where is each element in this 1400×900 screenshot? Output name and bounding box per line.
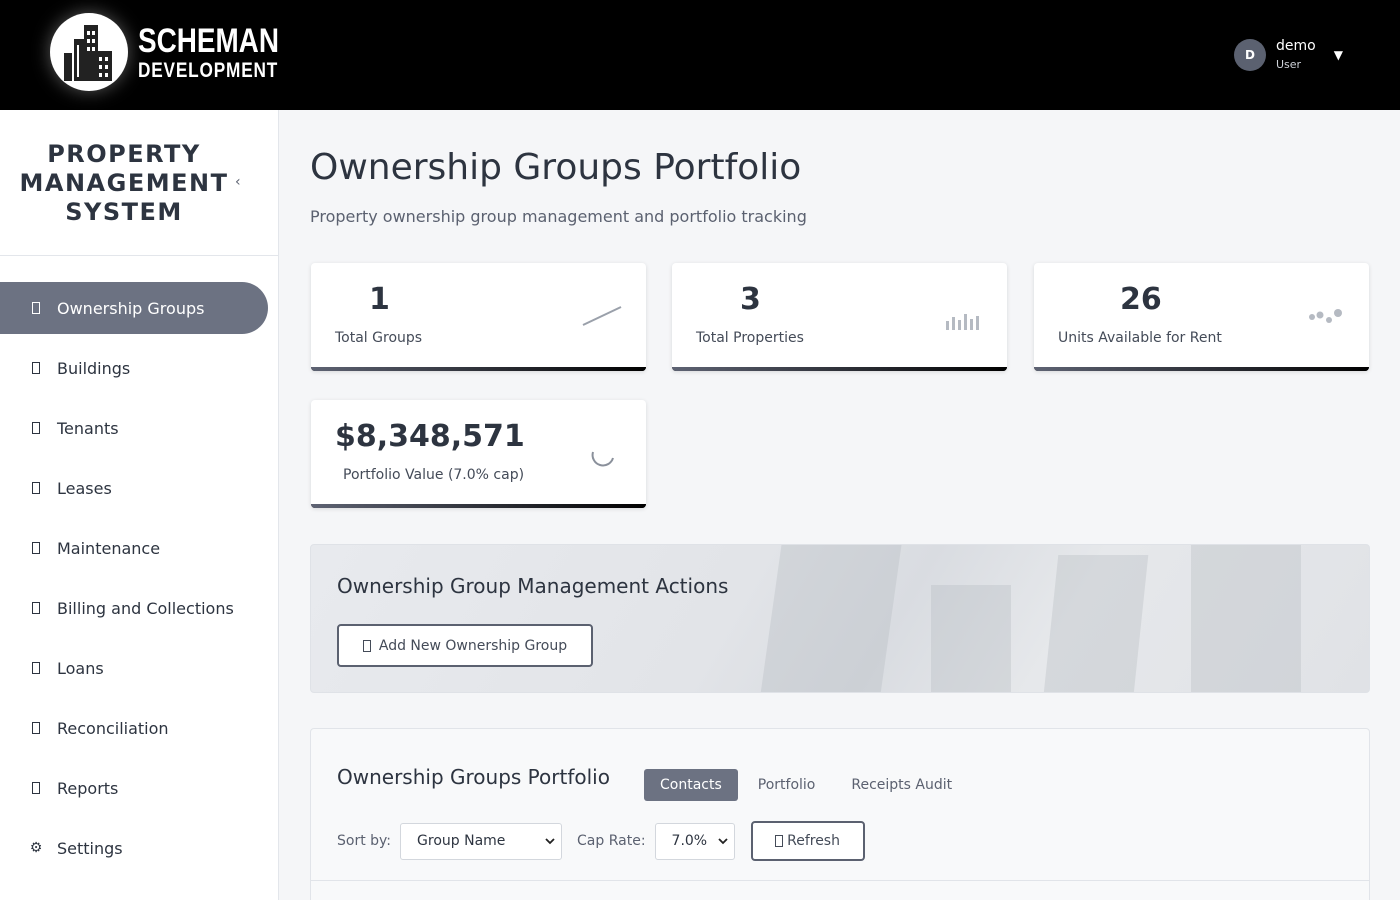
stat-label: Portfolio Value (7.0% cap) <box>343 467 525 483</box>
refresh-label: Refresh <box>787 833 840 849</box>
stat-card-total-groups: 1 Total Groups <box>311 263 646 371</box>
sort-select-value: Group Name <box>417 833 506 849</box>
page-subtitle: Property ownership group management and … <box>310 207 807 226</box>
stat-value: 1 <box>369 282 390 317</box>
chevron-down-icon <box>545 838 555 845</box>
portfolio-title: Ownership Groups Portfolio <box>337 765 610 789</box>
stat-label: Total Properties <box>696 330 804 346</box>
actions-title: Ownership Group Management Actions <box>337 574 729 598</box>
sort-select[interactable]: Group Name <box>400 822 563 860</box>
background-building-decoration <box>1043 555 1149 692</box>
background-building-decoration <box>931 585 1011 692</box>
stat-label: Total Groups <box>335 330 423 346</box>
cap-rate-value: 7.0% <box>671 833 708 849</box>
tab-receipts-audit[interactable]: Receipts Audit <box>835 769 968 801</box>
sidebar-item-label: Loans <box>57 658 104 678</box>
sidebar-item-settings[interactable]: ⚙ Settings <box>0 822 268 874</box>
building-logo-icon <box>50 13 128 91</box>
sidebar-item-label: Tenants <box>57 418 119 438</box>
sidebar-item-label: Settings <box>57 838 123 858</box>
sidebar-item-tenants[interactable]: Tenants <box>0 402 268 454</box>
collapse-chevron-icon[interactable]: ‹ <box>235 174 241 190</box>
users-icon <box>29 420 43 436</box>
plus-icon <box>362 639 371 652</box>
sidebar-item-maintenance[interactable]: Maintenance <box>0 522 268 574</box>
scatter-dots-icon <box>1309 309 1342 323</box>
tab-portfolio[interactable]: Portfolio <box>742 769 832 801</box>
sidebar-item-reports[interactable]: Reports <box>0 762 268 814</box>
background-building-decoration <box>760 545 902 692</box>
portfolio-tabs: Contacts Portfolio Receipts Audit <box>644 769 972 801</box>
background-building-decoration <box>1191 545 1301 692</box>
chevron-down-icon[interactable]: ▼ <box>1334 48 1343 62</box>
app-title: PROPERTY MANAGEMENT SYSTEM <box>0 140 248 227</box>
dollar-icon <box>29 600 43 616</box>
stat-value: 3 <box>740 282 761 317</box>
trend-line-icon <box>582 306 622 326</box>
sidebar-item-label: Buildings <box>57 358 131 378</box>
sidebar-item-label: Maintenance <box>57 538 161 558</box>
management-actions-panel: Ownership Group Management Actions Add N… <box>310 544 1370 693</box>
sidebar-item-reconciliation[interactable]: Reconciliation <box>0 702 268 754</box>
sidebar-item-buildings[interactable]: Buildings <box>0 342 268 394</box>
sidebar-item-label: Reports <box>57 778 119 798</box>
stat-card-total-properties: 3 Total Properties <box>672 263 1007 371</box>
user-role: User <box>1276 58 1302 71</box>
stat-value: 26 <box>1120 282 1162 317</box>
brand-logo[interactable]: SCHEMAN DEVELOPMENT <box>50 13 310 91</box>
sort-label: Sort by: <box>337 833 392 849</box>
sidebar-item-leases[interactable]: Leases <box>0 462 268 514</box>
tab-contacts[interactable]: Contacts <box>644 769 738 801</box>
bar-chart-icon <box>946 314 979 330</box>
building-icon <box>29 300 43 316</box>
sidebar-item-ownership-groups[interactable]: Ownership Groups <box>0 282 268 334</box>
add-ownership-group-label: Add New Ownership Group <box>378 637 568 654</box>
sidebar-header: PROPERTY MANAGEMENT SYSTEM ‹ <box>0 110 278 256</box>
gear-icon: ⚙ <box>29 840 43 856</box>
top-bar: SCHEMAN DEVELOPMENT D demo User ▼ <box>0 0 1400 110</box>
cap-rate-label: Cap Rate: <box>577 833 646 849</box>
wrench-icon <box>29 540 43 556</box>
avatar: D <box>1234 38 1266 71</box>
user-name: demo <box>1276 38 1316 54</box>
stat-label: Units Available for Rent <box>1058 330 1222 346</box>
document-icon <box>29 480 43 496</box>
sidebar-item-label: Ownership Groups <box>57 298 205 318</box>
stat-card-portfolio-value: $8,348,571 Portfolio Value (7.0% cap) <box>311 400 646 508</box>
chart-icon <box>29 780 43 796</box>
sidebar: PROPERTY MANAGEMENT SYSTEM ‹ Ownership G… <box>0 110 279 900</box>
stat-card-units-available: 26 Units Available for Rent <box>1034 263 1369 371</box>
gauge-arc-icon <box>591 451 614 467</box>
balance-icon <box>29 720 43 736</box>
sidebar-item-label: Reconciliation <box>57 718 169 738</box>
brand-name: SCHEMAN <box>138 21 279 60</box>
stat-value: $8,348,571 <box>335 419 525 454</box>
building-icon <box>29 360 43 376</box>
add-ownership-group-button[interactable]: Add New Ownership Group <box>337 624 593 667</box>
app-title-line: PROPERTY <box>47 140 201 168</box>
page-title: Ownership Groups Portfolio <box>310 147 802 188</box>
main-content: Ownership Groups Portfolio Property owne… <box>280 110 1400 900</box>
bank-icon <box>29 660 43 676</box>
sidebar-item-billing[interactable]: Billing and Collections <box>0 582 268 634</box>
app-title-line: SYSTEM <box>65 198 183 226</box>
cap-rate-select[interactable]: 7.0% <box>654 822 735 860</box>
brand-subtitle: DEVELOPMENT <box>138 58 279 82</box>
refresh-button[interactable]: Refresh <box>750 821 865 861</box>
sidebar-item-label: Billing and Collections <box>57 598 234 618</box>
sidebar-item-label: Leases <box>57 478 112 498</box>
divider <box>311 880 1369 881</box>
refresh-icon <box>775 835 784 847</box>
sidebar-item-loans[interactable]: Loans <box>0 642 268 694</box>
portfolio-controls: Sort by: Group Name Cap Rate: 7.0% Refre… <box>337 821 865 861</box>
sidebar-nav: Ownership Groups Buildings Tenants Lease… <box>0 282 278 874</box>
user-menu[interactable]: D demo User ▼ <box>1234 38 1343 71</box>
app-title-line: MANAGEMENT <box>19 169 229 197</box>
portfolio-section: Ownership Groups Portfolio Contacts Port… <box>310 728 1370 900</box>
chevron-down-icon <box>717 838 728 845</box>
